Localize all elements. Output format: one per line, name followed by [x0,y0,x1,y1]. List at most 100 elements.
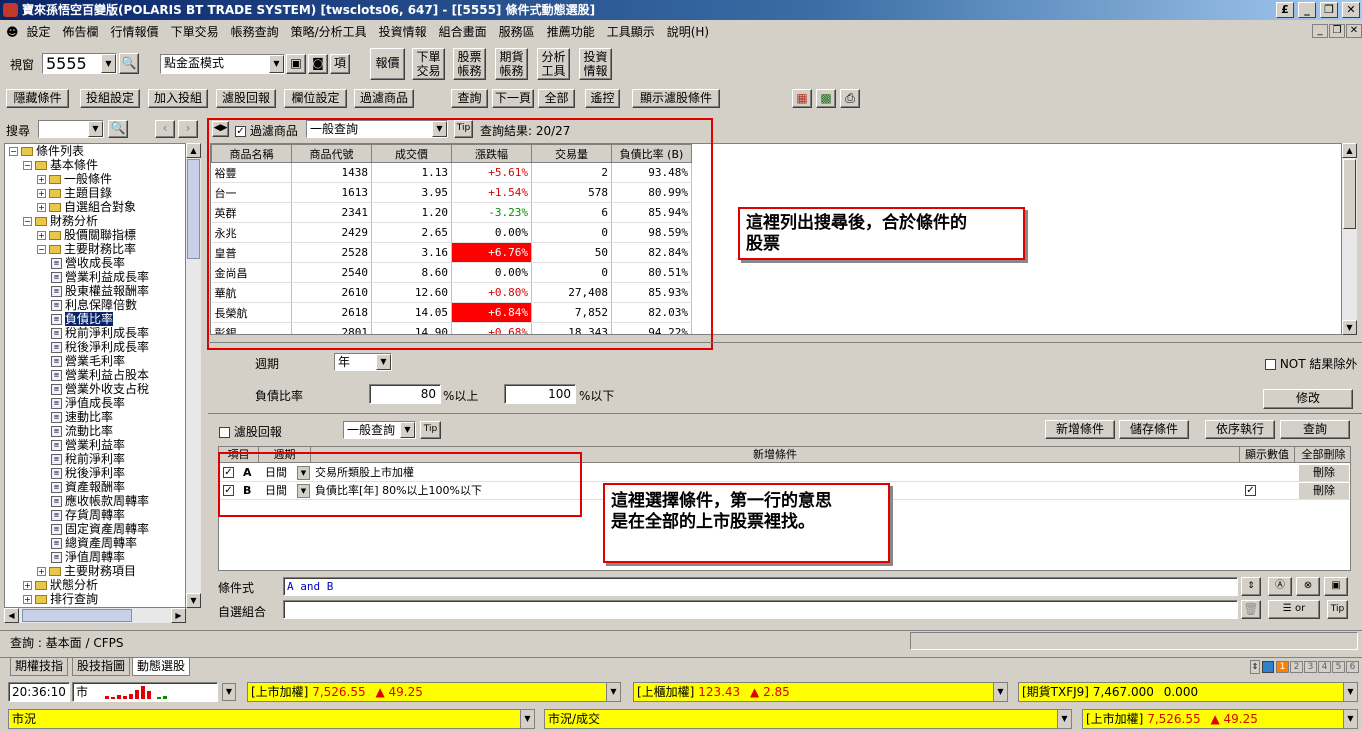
scroll-down-icon[interactable]: ▼ [186,593,201,608]
minimize-button[interactable]: _ [1298,2,1316,18]
page-nav-icon[interactable]: ⇕ [1250,660,1260,674]
menu-item-bulletin[interactable]: 佈告欄 [57,22,105,42]
tree-node[interactable]: ≡ 速動比率 [5,410,185,424]
tree-node[interactable]: + 主要財務項目 [5,564,185,578]
page-button[interactable]: 6 [1346,661,1359,673]
results-vscrollbar[interactable]: ▲ ▼ [1342,143,1357,335]
tree-node[interactable]: ≡ 應收帳款周轉率 [5,494,185,508]
tree-node[interactable]: ≡ 股東權益報酬率 [5,284,185,298]
tab-dynamic-screener[interactable]: 動態選股 [132,658,191,676]
menu-item-help[interactable]: 說明(H) [661,22,715,42]
excel-export-button[interactable]: ▩ [816,89,836,108]
ticker-twse[interactable]: [上市加權] 7,526.55 ▲ 49.25 ▼ [247,682,621,702]
window-number-select[interactable]: 5555 ▼ [42,53,117,74]
max-ratio-input[interactable]: 100 [504,384,576,404]
menu-item-account[interactable]: 帳務查詢 [225,22,285,42]
filter-products-button[interactable]: 過濾商品 [354,89,414,108]
close-button[interactable]: ✕ [1342,2,1360,18]
page-button[interactable]: 5 [1332,661,1345,673]
checkbox-checked-icon[interactable]: ✓ [1245,485,1256,496]
tree-node[interactable]: ≡ 資產報酬率 [5,480,185,494]
tree-node[interactable]: ≡ 淨值成長率 [5,396,185,410]
expand-icon[interactable]: + [37,231,46,240]
help-button[interactable]: £ [1276,2,1294,18]
query-button[interactable]: 查詢 [451,89,488,108]
expand-icon[interactable]: + [37,175,46,184]
grid-export-button[interactable]: ▦ [792,89,812,108]
print-button[interactable]: ⎙ [840,89,860,108]
ticker-futures[interactable]: [期貨TXFJ9] 7,467.000 0.000 ▼ [1018,682,1358,702]
scroll-thumb[interactable] [22,609,132,622]
remote-button[interactable]: 遙控 [585,89,620,108]
chevron-down-icon[interactable]: ▼ [606,683,620,701]
tree-node[interactable]: ≡ 存貨周轉率 [5,508,185,522]
chevron-down-icon[interactable]: ▼ [269,55,284,73]
invest-info-button[interactable]: 投資 情報 [579,48,612,80]
tree-node[interactable]: ≡ 稅後淨利率 [5,466,185,480]
tree-node[interactable]: ≡ 營業外收支占稅 [5,382,185,396]
maximize-button[interactable]: ❐ [1320,2,1338,18]
clear-button[interactable]: ⊗ [1296,577,1320,596]
chevron-down-icon[interactable]: ▼ [993,683,1007,701]
condition-query-type-select[interactable]: 一般查詢 ▼ [343,421,416,439]
delete-button[interactable]: 刪除 [1299,465,1349,481]
sidebar-prev-button[interactable]: ‹ [155,120,175,138]
all-button[interactable]: 全部 [538,89,575,108]
condition-tip-button[interactable]: Tip [420,421,441,439]
or-button[interactable]: ☰ or [1268,600,1320,619]
next-page-button[interactable]: 下一頁 [492,89,534,108]
scroll-up-icon[interactable]: ▲ [1342,143,1357,158]
quote-button[interactable]: 報價 [370,48,405,80]
scroll-left-icon[interactable]: ◀ [4,608,19,623]
futures-account-button[interactable]: 期貨 帳務 [495,48,528,80]
not-checkbox[interactable]: NOT 結果除外 [1265,355,1357,372]
market-status-bar[interactable]: 市況 ▼ [8,709,535,729]
chevron-down-icon[interactable]: ▼ [222,683,236,701]
page-button[interactable]: 4 [1318,661,1331,673]
chevron-down-icon[interactable]: ▼ [101,54,116,73]
page-button[interactable]: 3 [1304,661,1317,673]
tree-node[interactable]: ≡ 稅後淨利成長率 [5,340,185,354]
tree-node[interactable]: ≡ 營業利益率 [5,438,185,452]
chevron-down-icon[interactable]: ▼ [520,710,534,728]
tab-options-tech[interactable]: 期權技指 [10,658,69,676]
show-filter-conditions-button[interactable]: 顯示濾股條件 [632,89,720,108]
order-button[interactable]: 下單 交易 [412,48,445,80]
tree-node[interactable]: + 排行查詢 [5,592,185,606]
analysis-tools-button[interactable]: 分析 工具 [537,48,570,80]
mdi-minimize-button[interactable]: _ [1312,24,1328,38]
chevron-down-icon[interactable]: ▼ [1057,710,1071,728]
tree-node[interactable]: ≡ 淨值周轉率 [5,550,185,564]
menu-item-info[interactable]: 投資情報 [373,22,433,42]
add-portfolio-button[interactable]: 加入投組 [148,89,208,108]
save-condition-button[interactable]: 儲存條件 [1119,420,1189,439]
page-button[interactable]: 2 [1290,661,1303,673]
menu-item-strategy[interactable]: 策略/分析工具 [285,22,373,42]
filter-report-checkbox[interactable]: 濾股回報 [219,423,282,440]
tree-vscrollbar[interactable]: ▲ ▼ [186,143,201,608]
ticker-otc[interactable]: [上櫃加權] 123.43 ▲ 2.85 ▼ [633,682,1008,702]
menu-item-tools[interactable]: 工具顯示 [601,22,661,42]
ticker-twse-2[interactable]: [上市加權] 7,526.55 ▲ 49.25 ▼ [1082,709,1358,729]
tree-node[interactable]: − 條件列表 [5,144,185,158]
menu-item-layout[interactable]: 組合畫面 [433,22,493,42]
menu-item-quotes[interactable]: 行情報價 [105,22,165,42]
chevron-down-icon[interactable]: ▼ [88,121,103,137]
tree-node[interactable]: ≡ 營收成長率 [5,256,185,270]
tree-node[interactable]: ≡ 營業毛利率 [5,354,185,368]
mode-select[interactable]: 點金盃模式 ▼ [160,54,285,74]
tree-node[interactable]: ≡ 負債比率 [5,312,185,326]
trash-button[interactable]: 🗑 [1241,600,1261,619]
custom-combo-input[interactable] [283,600,1238,619]
collapse-icon[interactable]: − [23,161,32,170]
tree-node[interactable]: + 主題目錄 [5,186,185,200]
condition-query-button[interactable]: 查詢 [1280,420,1350,439]
formula-spin-button[interactable]: ⇕ [1241,577,1261,596]
scroll-down-icon[interactable]: ▼ [1342,320,1357,335]
menu-item-settings[interactable]: 設定 [21,22,57,42]
min-ratio-input[interactable]: 80 [369,384,441,404]
scroll-up-icon[interactable]: ▲ [186,143,201,158]
tree-node[interactable]: − 基本條件 [5,158,185,172]
tree-node[interactable]: + 狀態分析 [5,578,185,592]
camera-button[interactable]: ◙ [308,54,328,74]
